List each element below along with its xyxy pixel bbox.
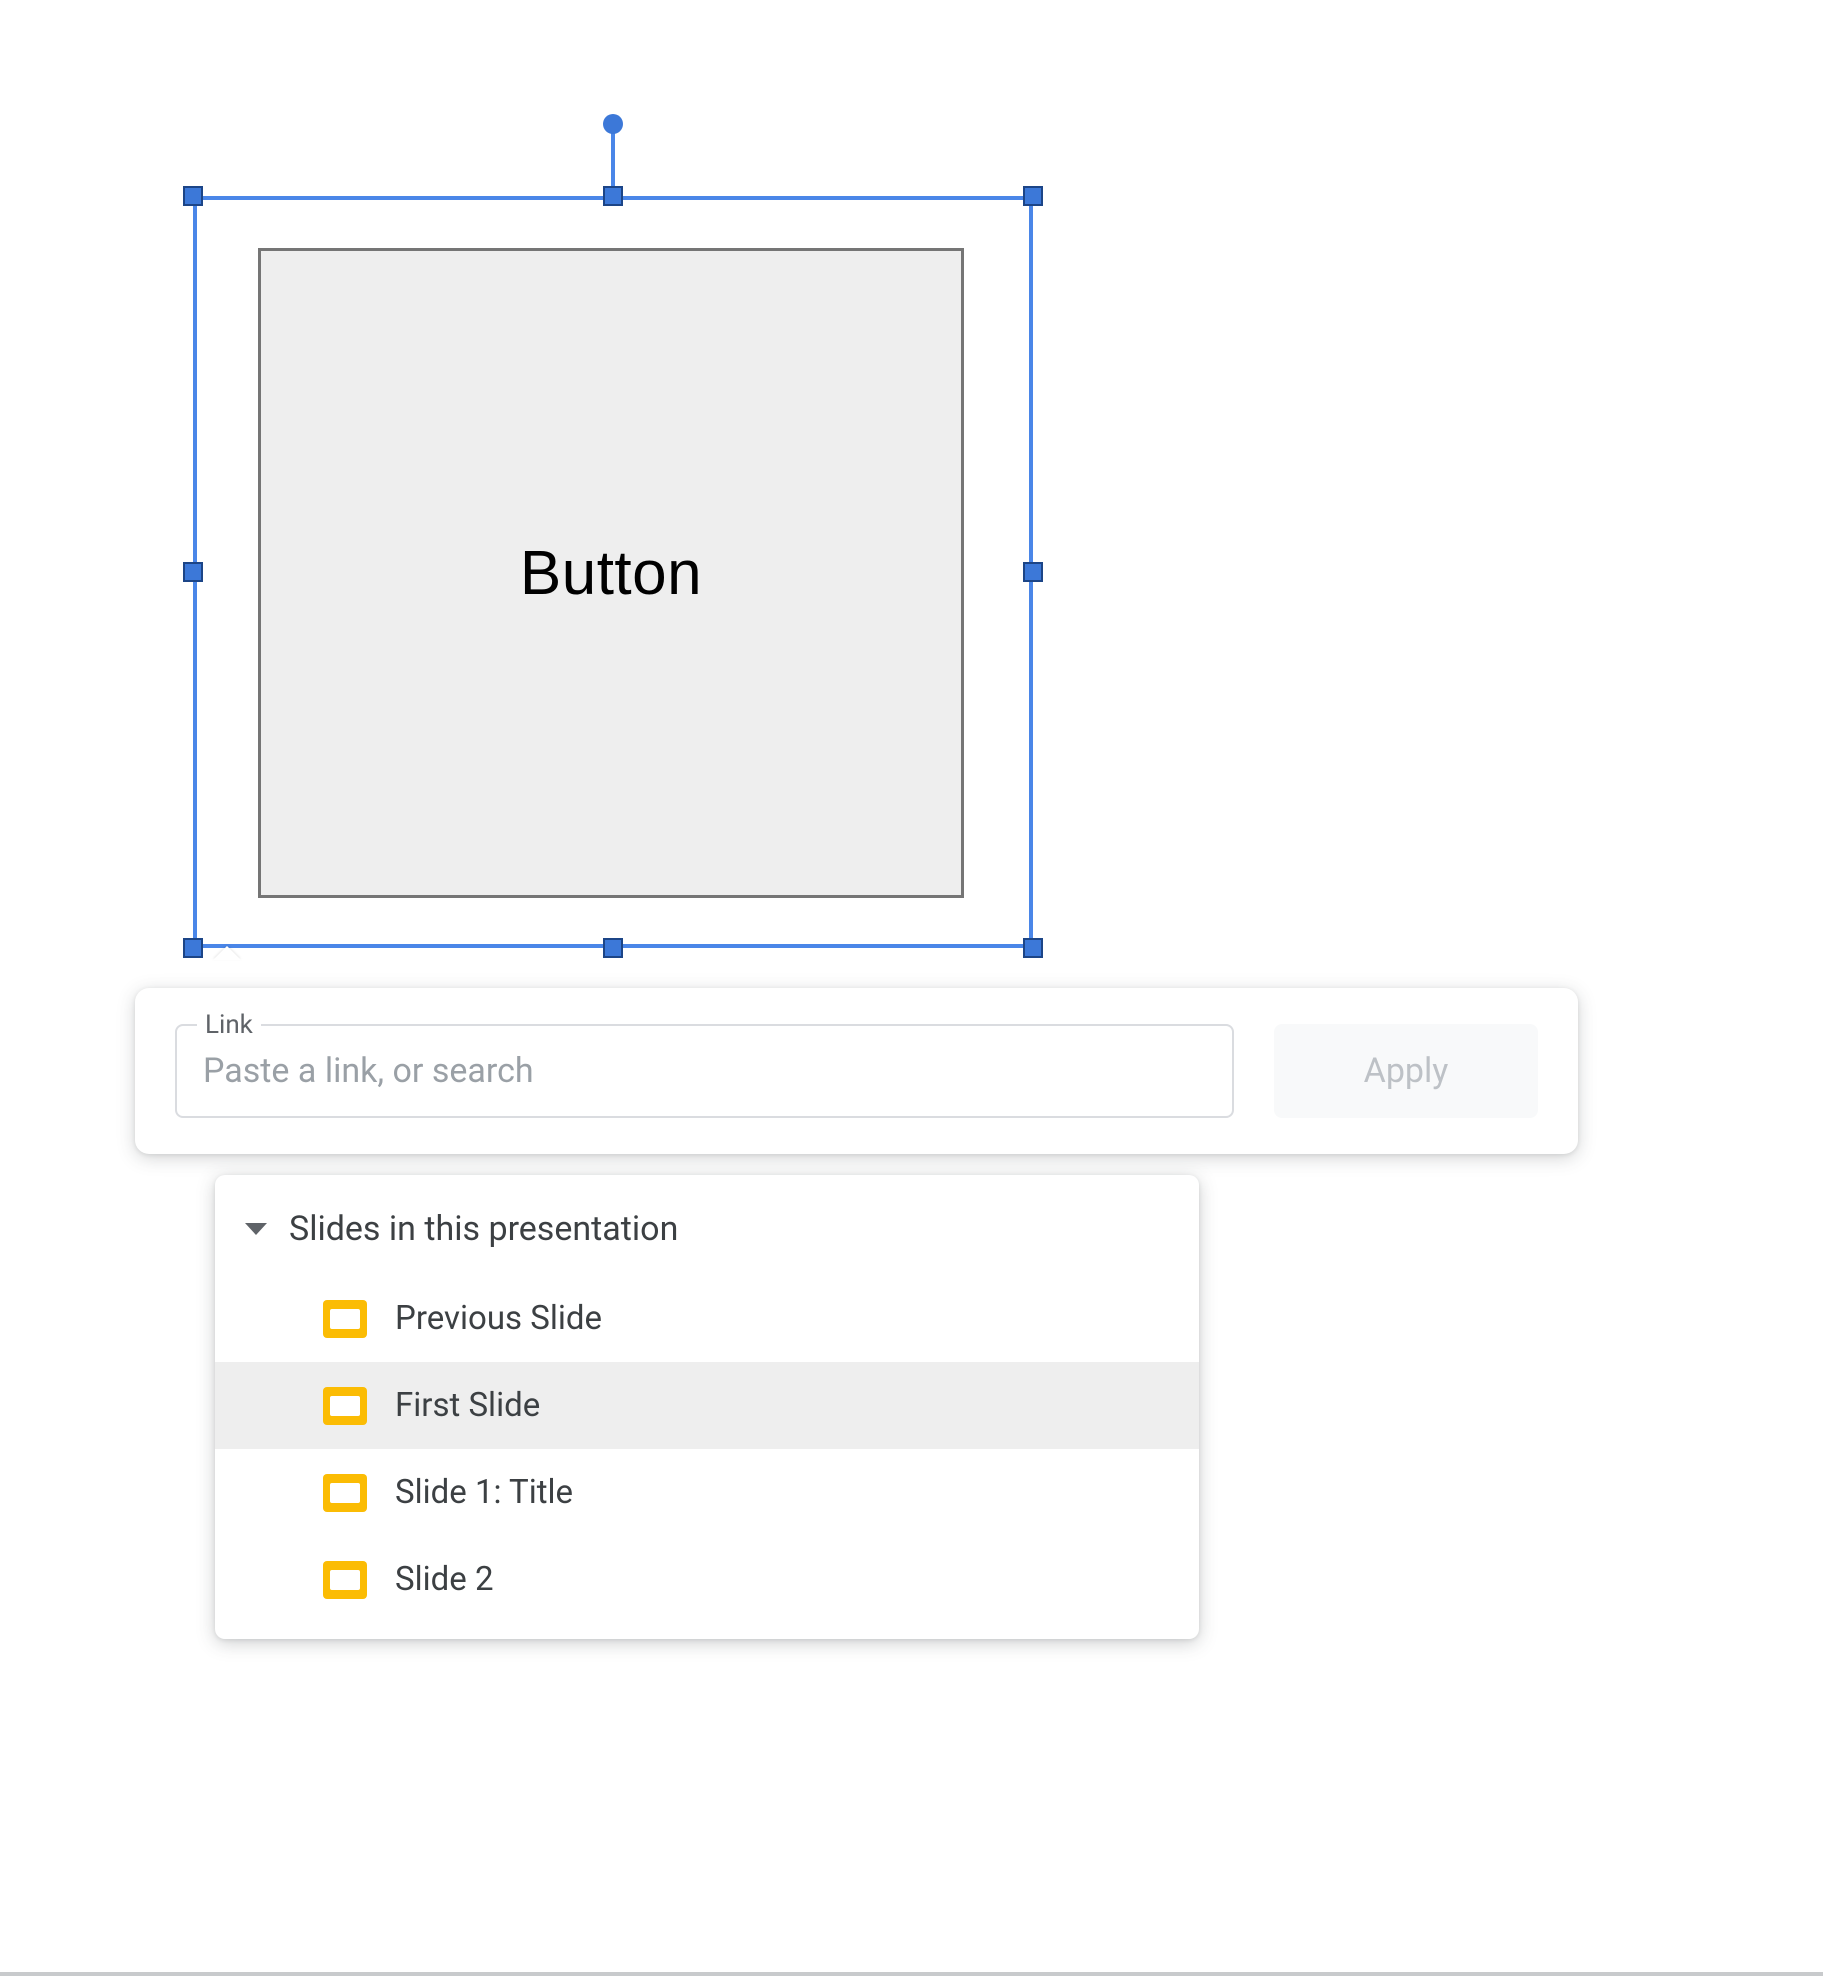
rotation-handle[interactable] (603, 114, 623, 134)
shape-text: Button (520, 538, 702, 609)
dropdown-title: Slides in this presentation (289, 1209, 678, 1249)
dropdown-item[interactable]: Slide 1: Title (215, 1449, 1199, 1536)
dropdown-item-label: Slide 1: Title (395, 1473, 573, 1512)
slide-canvas: Button Link Apply Slides in this present… (0, 0, 1823, 1976)
dropdown-item[interactable]: Slide 2 (215, 1536, 1199, 1623)
link-field-legend: Link (197, 1010, 261, 1040)
caret-down-icon (245, 1223, 267, 1235)
dropdown-item-label: Previous Slide (395, 1299, 602, 1338)
dropdown-item-label: First Slide (395, 1386, 540, 1425)
dropdown-header[interactable]: Slides in this presentation (215, 1199, 1199, 1275)
selected-shape[interactable]: Button (258, 248, 964, 898)
resize-handle-bottom-right[interactable] (1023, 938, 1043, 958)
dropdown-item-label: Slide 2 (395, 1560, 493, 1599)
dropdown-item[interactable]: Previous Slide (215, 1275, 1199, 1362)
resize-handle-top-right[interactable] (1023, 186, 1043, 206)
slide-icon (323, 1474, 367, 1512)
frame-bottom-edge (0, 1972, 1823, 1976)
resize-handle-middle-right[interactable] (1023, 562, 1043, 582)
resize-handle-bottom-left[interactable] (183, 938, 203, 958)
resize-handle-top-middle[interactable] (603, 186, 623, 206)
resize-handle-middle-left[interactable] (183, 562, 203, 582)
apply-button[interactable]: Apply (1274, 1024, 1538, 1118)
slide-icon (323, 1300, 367, 1338)
slide-icon (323, 1387, 367, 1425)
popover-pointer-icon (213, 946, 241, 960)
link-input[interactable] (175, 1024, 1234, 1118)
link-field: Link (175, 1024, 1234, 1118)
slide-icon (323, 1561, 367, 1599)
insert-link-popover: Link Apply (135, 988, 1578, 1154)
resize-handle-bottom-middle[interactable] (603, 938, 623, 958)
dropdown-item[interactable]: First Slide (215, 1362, 1199, 1449)
selection-bounding-box[interactable]: Button (193, 196, 1033, 948)
resize-handle-top-left[interactable] (183, 186, 203, 206)
link-suggestions-dropdown: Slides in this presentation Previous Sli… (215, 1175, 1199, 1639)
